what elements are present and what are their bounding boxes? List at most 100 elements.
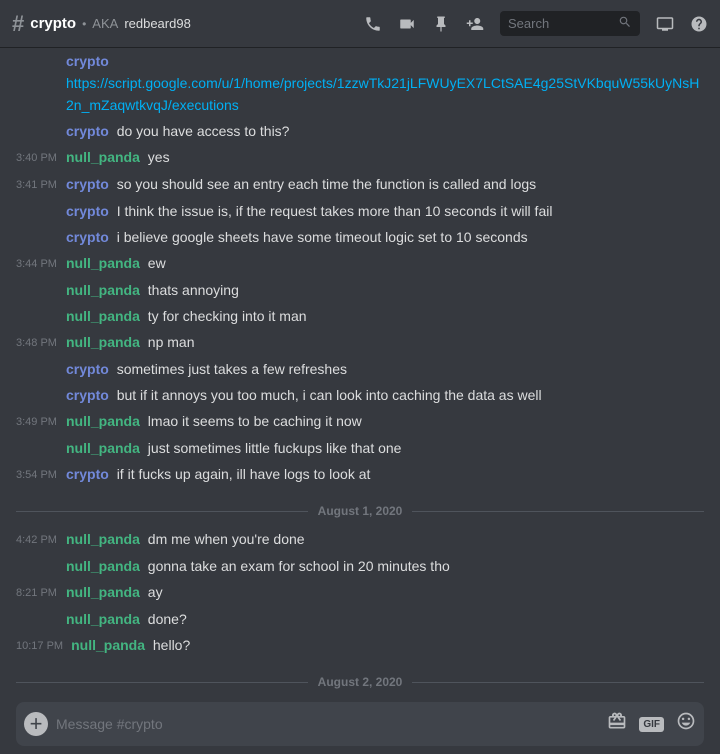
monitor-button[interactable]	[656, 15, 674, 33]
message-group: 8:21 PM null_panda ay	[0, 579, 720, 606]
message-group: null_panda ty for checking into it man	[0, 303, 720, 329]
message-group: crypto sometimes just takes a few refres…	[0, 356, 720, 382]
timestamp	[16, 120, 66, 142]
input-actions: GIF	[607, 711, 696, 737]
sender-name: null_panda	[66, 308, 140, 324]
sender-name: null_panda	[66, 584, 140, 600]
sender-name: crypto	[66, 176, 109, 192]
message-text: gonna take an exam for school in 20 minu…	[148, 558, 450, 574]
channel-dot: •	[82, 17, 86, 31]
sender-name: null_panda	[66, 413, 140, 429]
timestamp: 10:17 PM	[16, 634, 71, 657]
message-content: null_panda yes	[66, 146, 704, 169]
message-text: I think the issue is, if the request tak…	[117, 203, 553, 219]
message-content: null_panda ew	[66, 252, 704, 275]
message-group: crypto do you have access to this?	[0, 118, 720, 144]
message-text: do you have access to this?	[117, 123, 290, 139]
message-text: thats annoying	[148, 282, 239, 298]
message-text: if it fucks up again, ill have logs to l…	[117, 466, 371, 482]
message-content: crypto but if it annoys you too much, i …	[66, 384, 704, 406]
sender-name: crypto	[66, 203, 109, 219]
channel-hash-icon: #	[12, 11, 24, 37]
message-group: null_panda just sometimes little fuckups…	[0, 435, 720, 461]
gif-button[interactable]: GIF	[639, 717, 664, 732]
messages-area: crypto https://script.google.com/u/1/hom…	[0, 48, 720, 694]
date-divider: August 1, 2020	[0, 488, 720, 526]
timestamp	[16, 200, 66, 222]
timestamp: 3:48 PM	[16, 331, 66, 354]
sender-name: null_panda	[66, 149, 140, 165]
message-content: null_panda done?	[66, 608, 704, 630]
message-group: 3:54 PM crypto if it fucks up again, ill…	[0, 461, 720, 488]
message-link[interactable]: https://script.google.com/u/1/home/proje…	[66, 75, 699, 113]
message-text: np man	[148, 334, 195, 350]
sender-name: crypto	[66, 123, 109, 139]
top-bar: # crypto • AKA redbeard98 Search	[0, 0, 720, 48]
sender-name: null_panda	[66, 531, 140, 547]
message-content: null_panda ay	[66, 581, 704, 604]
sender-name: null_panda	[66, 611, 140, 627]
message-group: 3:41 PM crypto so you should see an entr…	[0, 171, 720, 198]
timestamp	[16, 50, 66, 116]
date-divider: August 2, 2020	[0, 659, 720, 694]
add-user-button[interactable]	[466, 15, 484, 33]
message-text: dm me when you're done	[148, 531, 305, 547]
message-content: null_panda dm me when you're done	[66, 528, 704, 551]
sender-name: null_panda	[66, 440, 140, 456]
aka-name: redbeard98	[124, 16, 191, 31]
message-group: 4:42 PM null_panda dm me when you're don…	[0, 526, 720, 553]
timestamp: 3:54 PM	[16, 463, 66, 486]
message-text: i believe google sheets have some timeou…	[117, 229, 528, 245]
sender-name: crypto	[66, 229, 109, 245]
sender-name: null_panda	[66, 255, 140, 271]
timestamp: 3:49 PM	[16, 410, 66, 433]
message-text: so you should see an entry each time the…	[117, 176, 536, 192]
add-attachment-button[interactable]: +	[24, 712, 48, 736]
timestamp: 3:44 PM	[16, 252, 66, 275]
emoji-button[interactable]	[676, 711, 696, 737]
sender-name: null_panda	[66, 558, 140, 574]
message-text: but if it annoys you too much, i can loo…	[117, 387, 542, 403]
search-icon	[618, 15, 632, 32]
sender-name: crypto	[66, 466, 109, 482]
message-content: crypto i believe google sheets have some…	[66, 226, 704, 248]
message-input[interactable]	[56, 716, 607, 732]
date-label: August 1, 2020	[318, 504, 403, 518]
message-text: ty for checking into it man	[148, 308, 307, 324]
message-text: just sometimes little fuckups like that …	[148, 440, 402, 456]
search-placeholder: Search	[508, 16, 612, 31]
message-group: 3:40 PM null_panda yes	[0, 144, 720, 171]
sender-name: crypto	[66, 361, 109, 377]
message-content: null_panda np man	[66, 331, 704, 354]
timestamp: 8:21 PM	[16, 581, 66, 604]
message-content: crypto I think the issue is, if the requ…	[66, 200, 704, 222]
video-button[interactable]	[398, 15, 416, 33]
message-content: crypto https://script.google.com/u/1/hom…	[66, 50, 704, 116]
pin-button[interactable]	[432, 15, 450, 33]
message-content: crypto do you have access to this?	[66, 120, 704, 142]
help-button[interactable]	[690, 15, 708, 33]
sender-name: null_panda	[66, 282, 140, 298]
message-text: yes	[148, 149, 170, 165]
message-group: null_panda done?	[0, 606, 720, 632]
timestamp: 3:40 PM	[16, 146, 66, 169]
channel-name: crypto	[30, 15, 76, 32]
message-content: crypto so you should see an entry each t…	[66, 173, 704, 196]
input-inner: + GIF	[16, 702, 704, 746]
gift-icon[interactable]	[607, 711, 627, 737]
timestamp	[16, 226, 66, 248]
message-content: null_panda just sometimes little fuckups…	[66, 437, 704, 459]
message-text: lmao it seems to be caching it now	[148, 413, 362, 429]
search-box[interactable]: Search	[500, 11, 640, 36]
message-group: crypto I think the issue is, if the requ…	[0, 198, 720, 224]
message-group: 3:44 PM null_panda ew	[0, 250, 720, 277]
message-text: ay	[148, 584, 163, 600]
call-button[interactable]	[364, 15, 382, 33]
message-group: 10:17 PM null_panda hello?	[0, 632, 720, 659]
timestamp: 3:41 PM	[16, 173, 66, 196]
timestamp	[16, 305, 66, 327]
message-content: crypto sometimes just takes a few refres…	[66, 358, 704, 380]
message-group: null_panda thats annoying	[0, 277, 720, 303]
top-bar-actions: Search	[364, 11, 708, 36]
message-content: null_panda ty for checking into it man	[66, 305, 704, 327]
